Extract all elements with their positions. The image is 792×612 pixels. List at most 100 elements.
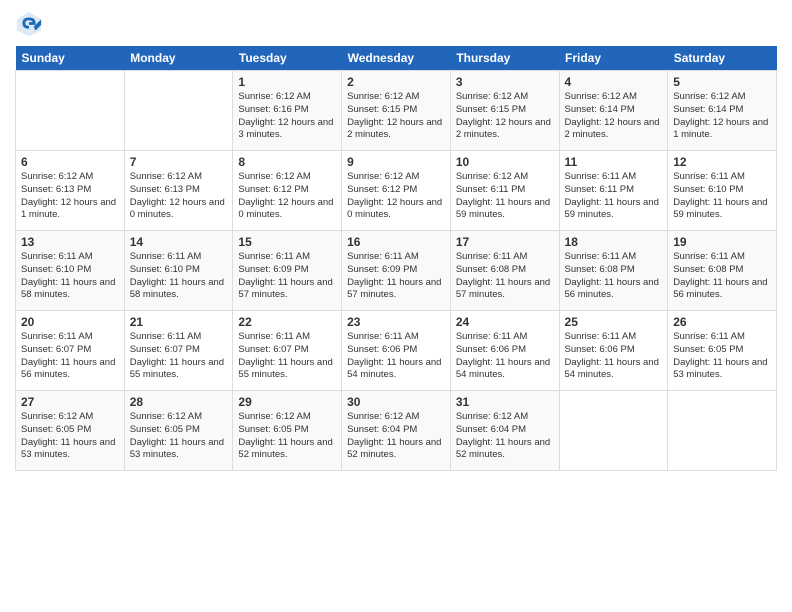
calendar-cell: 15 Sunrise: 6:11 AM Sunset: 6:09 PM Dayli…	[233, 231, 342, 311]
calendar-cell: 10 Sunrise: 6:12 AM Sunset: 6:11 PM Dayli…	[450, 151, 559, 231]
day-info: Sunrise: 6:11 AM Sunset: 6:06 PM Dayligh…	[565, 331, 663, 382]
day-number: 20	[21, 315, 119, 329]
day-info: Sunrise: 6:11 AM Sunset: 6:07 PM Dayligh…	[238, 331, 336, 382]
day-info: Sunrise: 6:11 AM Sunset: 6:09 PM Dayligh…	[238, 251, 336, 302]
calendar-week-2: 6 Sunrise: 6:12 AM Sunset: 6:13 PM Daylig…	[16, 151, 777, 231]
day-info: Sunrise: 6:12 AM Sunset: 6:04 PM Dayligh…	[347, 411, 445, 462]
day-number: 24	[456, 315, 554, 329]
calendar-cell: 28 Sunrise: 6:12 AM Sunset: 6:05 PM Dayli…	[124, 391, 233, 471]
calendar-cell: 4 Sunrise: 6:12 AM Sunset: 6:14 PM Daylig…	[559, 71, 668, 151]
calendar-cell: 23Sunrise: 6:11 AM Sunset: 6:06 PM Dayli…	[342, 311, 451, 391]
page-header	[15, 10, 777, 38]
day-info: Sunrise: 6:11 AM Sunset: 6:09 PM Dayligh…	[347, 251, 445, 302]
day-number: 6	[21, 155, 119, 169]
calendar-cell: 20 Sunrise: 6:11 AM Sunset: 6:07 PM Dayli…	[16, 311, 125, 391]
calendar-week-1: 1Sunrise: 6:12 AM Sunset: 6:16 PM Daylig…	[16, 71, 777, 151]
calendar-cell	[124, 71, 233, 151]
logo-icon	[15, 10, 43, 38]
day-number: 5	[673, 75, 771, 89]
day-number: 4	[565, 75, 663, 89]
calendar-cell: 21 Sunrise: 6:11 AM Sunset: 6:07 PM Dayli…	[124, 311, 233, 391]
day-number: 27	[21, 395, 119, 409]
day-number: 16	[347, 235, 445, 249]
day-number: 7	[130, 155, 228, 169]
day-info: Sunrise: 6:12 AM Sunset: 6:14 PM Dayligh…	[673, 91, 771, 142]
calendar-cell: 17 Sunrise: 6:11 AM Sunset: 6:08 PM Dayli…	[450, 231, 559, 311]
calendar-cell: 31Sunrise: 6:12 AM Sunset: 6:04 PM Dayli…	[450, 391, 559, 471]
day-number: 31	[456, 395, 554, 409]
day-info: Sunrise: 6:11 AM Sunset: 6:10 PM Dayligh…	[130, 251, 228, 302]
calendar-cell: 25 Sunrise: 6:11 AM Sunset: 6:06 PM Dayli…	[559, 311, 668, 391]
day-number: 25	[565, 315, 663, 329]
calendar-table: SundayMondayTuesdayWednesdayThursdayFrid…	[15, 46, 777, 471]
day-number: 9	[347, 155, 445, 169]
day-number: 23	[347, 315, 445, 329]
page-container: SundayMondayTuesdayWednesdayThursdayFrid…	[0, 0, 792, 481]
calendar-cell: 7 Sunrise: 6:12 AM Sunset: 6:13 PM Daylig…	[124, 151, 233, 231]
calendar-cell: 26 Sunrise: 6:11 AM Sunset: 6:05 PM Dayli…	[668, 311, 777, 391]
day-number: 12	[673, 155, 771, 169]
day-info: Sunrise: 6:12 AM Sunset: 6:11 PM Dayligh…	[456, 171, 554, 222]
day-number: 8	[238, 155, 336, 169]
calendar-cell: 11 Sunrise: 6:11 AM Sunset: 6:11 PM Dayli…	[559, 151, 668, 231]
calendar-header-tuesday: Tuesday	[233, 46, 342, 71]
day-info: Sunrise: 6:11 AM Sunset: 6:08 PM Dayligh…	[456, 251, 554, 302]
day-number: 22	[238, 315, 336, 329]
calendar-cell: 24 Sunrise: 6:11 AM Sunset: 6:06 PM Dayli…	[450, 311, 559, 391]
day-number: 13	[21, 235, 119, 249]
calendar-cell: 8 Sunrise: 6:12 AM Sunset: 6:12 PM Daylig…	[233, 151, 342, 231]
calendar-header-sunday: Sunday	[16, 46, 125, 71]
calendar-cell: 9Sunrise: 6:12 AM Sunset: 6:12 PM Daylig…	[342, 151, 451, 231]
day-info: Sunrise: 6:12 AM Sunset: 6:15 PM Dayligh…	[456, 91, 554, 142]
calendar-week-3: 13 Sunrise: 6:11 AM Sunset: 6:10 PM Dayli…	[16, 231, 777, 311]
day-number: 21	[130, 315, 228, 329]
calendar-cell: 18Sunrise: 6:11 AM Sunset: 6:08 PM Dayli…	[559, 231, 668, 311]
day-info: Sunrise: 6:11 AM Sunset: 6:06 PM Dayligh…	[456, 331, 554, 382]
day-info: Sunrise: 6:12 AM Sunset: 6:16 PM Dayligh…	[238, 91, 336, 142]
day-info: Sunrise: 6:11 AM Sunset: 6:11 PM Dayligh…	[565, 171, 663, 222]
calendar-cell: 22 Sunrise: 6:11 AM Sunset: 6:07 PM Dayli…	[233, 311, 342, 391]
day-info: Sunrise: 6:12 AM Sunset: 6:15 PM Dayligh…	[347, 91, 445, 142]
calendar-cell: 16 Sunrise: 6:11 AM Sunset: 6:09 PM Dayli…	[342, 231, 451, 311]
calendar-cell: 3 Sunrise: 6:12 AM Sunset: 6:15 PM Daylig…	[450, 71, 559, 151]
calendar-cell: 1Sunrise: 6:12 AM Sunset: 6:16 PM Daylig…	[233, 71, 342, 151]
calendar-cell: 14 Sunrise: 6:11 AM Sunset: 6:10 PM Dayli…	[124, 231, 233, 311]
day-number: 11	[565, 155, 663, 169]
calendar-header-friday: Friday	[559, 46, 668, 71]
day-number: 19	[673, 235, 771, 249]
day-number: 15	[238, 235, 336, 249]
logo	[15, 10, 47, 38]
day-number: 17	[456, 235, 554, 249]
day-info: Sunrise: 6:11 AM Sunset: 6:07 PM Dayligh…	[130, 331, 228, 382]
day-info: Sunrise: 6:12 AM Sunset: 6:05 PM Dayligh…	[21, 411, 119, 462]
calendar-cell: 19 Sunrise: 6:11 AM Sunset: 6:08 PM Dayli…	[668, 231, 777, 311]
day-info: Sunrise: 6:12 AM Sunset: 6:13 PM Dayligh…	[130, 171, 228, 222]
day-info: Sunrise: 6:12 AM Sunset: 6:12 PM Dayligh…	[238, 171, 336, 222]
day-number: 28	[130, 395, 228, 409]
day-number: 10	[456, 155, 554, 169]
day-number: 3	[456, 75, 554, 89]
calendar-cell: 30Sunrise: 6:12 AM Sunset: 6:04 PM Dayli…	[342, 391, 451, 471]
day-number: 14	[130, 235, 228, 249]
day-info: Sunrise: 6:12 AM Sunset: 6:14 PM Dayligh…	[565, 91, 663, 142]
day-info: Sunrise: 6:11 AM Sunset: 6:08 PM Dayligh…	[565, 251, 663, 302]
calendar-cell	[16, 71, 125, 151]
day-info: Sunrise: 6:11 AM Sunset: 6:07 PM Dayligh…	[21, 331, 119, 382]
calendar-cell: 5 Sunrise: 6:12 AM Sunset: 6:14 PM Daylig…	[668, 71, 777, 151]
calendar-header-saturday: Saturday	[668, 46, 777, 71]
calendar-header-monday: Monday	[124, 46, 233, 71]
day-info: Sunrise: 6:11 AM Sunset: 6:05 PM Dayligh…	[673, 331, 771, 382]
calendar-cell: 29Sunrise: 6:12 AM Sunset: 6:05 PM Dayli…	[233, 391, 342, 471]
day-info: Sunrise: 6:11 AM Sunset: 6:10 PM Dayligh…	[673, 171, 771, 222]
calendar-cell	[559, 391, 668, 471]
day-info: Sunrise: 6:11 AM Sunset: 6:08 PM Dayligh…	[673, 251, 771, 302]
calendar-cell: 2Sunrise: 6:12 AM Sunset: 6:15 PM Daylig…	[342, 71, 451, 151]
day-info: Sunrise: 6:12 AM Sunset: 6:05 PM Dayligh…	[238, 411, 336, 462]
calendar-week-4: 20 Sunrise: 6:11 AM Sunset: 6:07 PM Dayli…	[16, 311, 777, 391]
calendar-header-thursday: Thursday	[450, 46, 559, 71]
calendar-header-wednesday: Wednesday	[342, 46, 451, 71]
calendar-header-row: SundayMondayTuesdayWednesdayThursdayFrid…	[16, 46, 777, 71]
day-info: Sunrise: 6:12 AM Sunset: 6:05 PM Dayligh…	[130, 411, 228, 462]
day-number: 26	[673, 315, 771, 329]
calendar-cell: 27 Sunrise: 6:12 AM Sunset: 6:05 PM Dayli…	[16, 391, 125, 471]
